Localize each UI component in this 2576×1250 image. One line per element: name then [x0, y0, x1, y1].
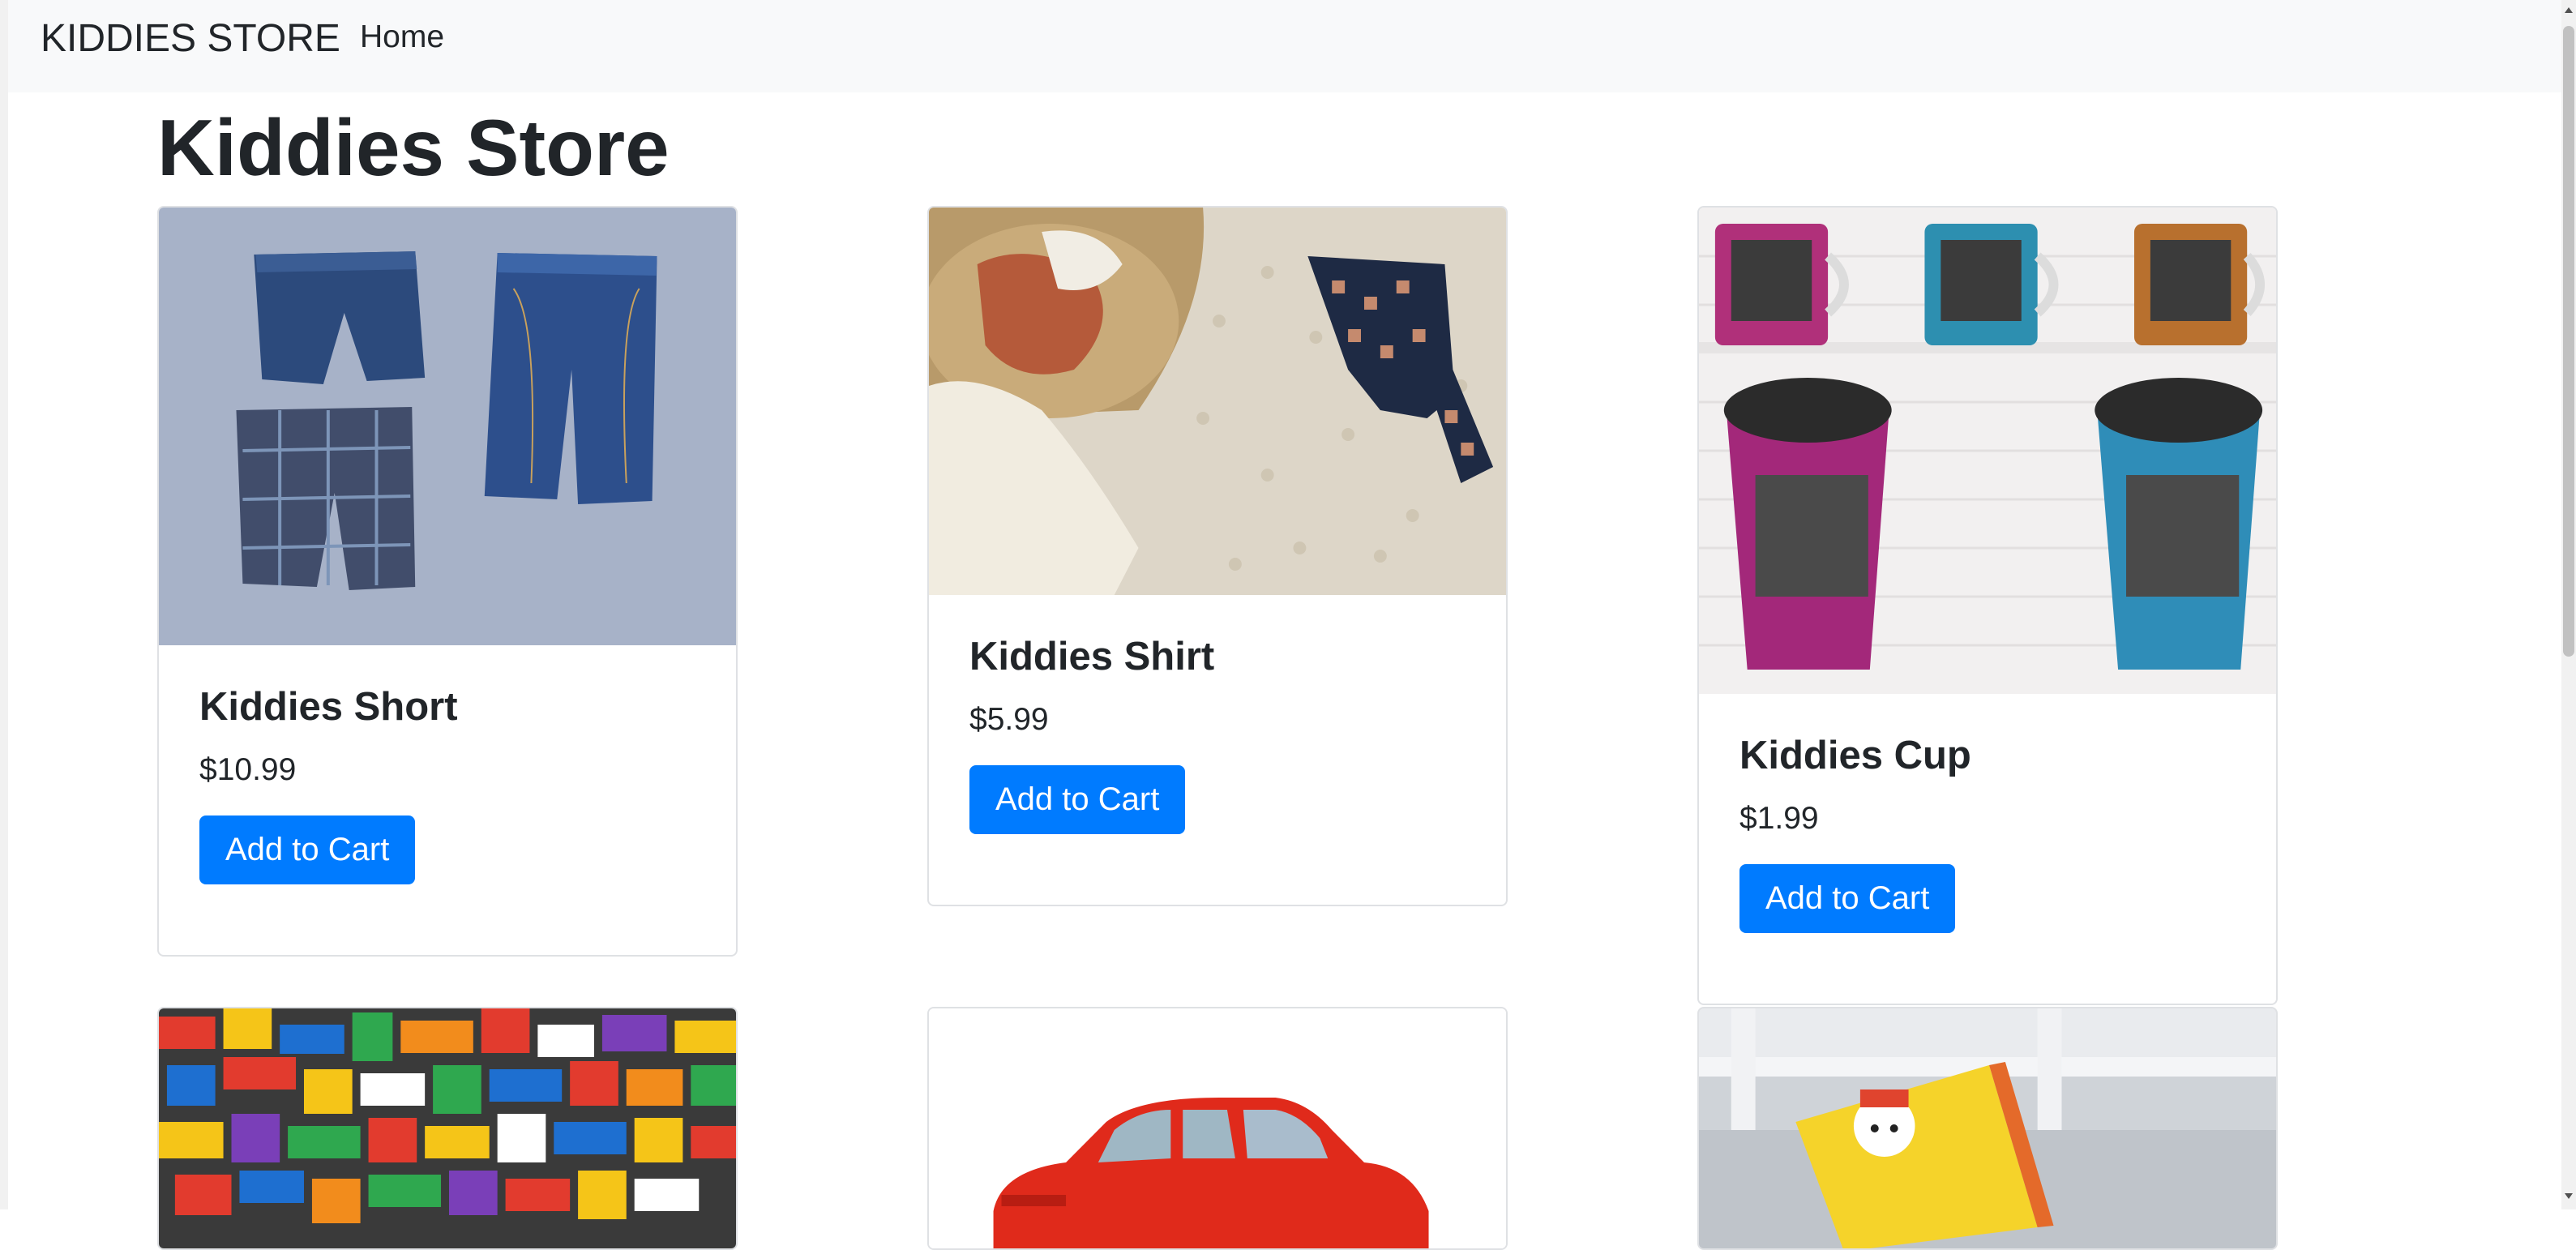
- nav-link-home[interactable]: Home: [360, 19, 444, 55]
- product-card: [927, 1007, 1508, 1250]
- product-card: [1697, 1007, 2278, 1250]
- red-toy-car-photo: [929, 1008, 1506, 1248]
- mugs-and-travel-cups-photo: [1699, 208, 2276, 694]
- page-left-edge: [0, 0, 8, 1209]
- vertical-scrollbar[interactable]: [2561, 0, 2576, 1209]
- add-to-cart-button[interactable]: Add to Cart: [969, 765, 1186, 834]
- product-card: Kiddies Shirt $5.99 Add to Cart: [927, 206, 1508, 906]
- navbar: KIDDIES STORE Home: [8, 0, 2561, 92]
- folded-clothes-photo: [929, 208, 1506, 595]
- window-sill-book-photo: [1699, 1008, 2276, 1248]
- product-card: [157, 1007, 738, 1250]
- product-name: Kiddies Cup: [1739, 734, 1971, 777]
- add-to-cart-button[interactable]: Add to Cart: [1739, 864, 1956, 933]
- product-name: Kiddies Short: [199, 685, 458, 729]
- card-body: Kiddies Shirt $5.99 Add to Cart: [929, 595, 1506, 834]
- card-body: Kiddies Cup $1.99 Add to Cart: [1699, 694, 2276, 933]
- denim-shorts-photo: [159, 208, 736, 645]
- scrollbar-thumb[interactable]: [2563, 26, 2574, 657]
- product-price: $5.99: [969, 702, 1049, 737]
- page-title: Kiddies Store: [157, 103, 670, 192]
- product-image: [159, 1008, 736, 1248]
- scroll-down-arrow-icon[interactable]: [2562, 1188, 2575, 1205]
- card-body: Kiddies Short $10.99 Add to Cart: [159, 645, 736, 884]
- product-card: Kiddies Cup $1.99 Add to Cart: [1697, 206, 2278, 1005]
- product-image: [929, 208, 1506, 595]
- lego-bricks-photo: [159, 1008, 736, 1248]
- product-price: $10.99: [199, 752, 297, 787]
- product-image: [929, 1008, 1506, 1248]
- product-image: [159, 208, 736, 645]
- navbar-brand[interactable]: KIDDIES STORE: [41, 16, 340, 61]
- product-image: [1699, 1008, 2276, 1248]
- scroll-up-arrow-icon[interactable]: [2562, 2, 2575, 18]
- product-name: Kiddies Shirt: [969, 635, 1215, 679]
- product-image: [1699, 208, 2276, 694]
- add-to-cart-button[interactable]: Add to Cart: [199, 815, 416, 884]
- product-card: Kiddies Short $10.99 Add to Cart: [157, 206, 738, 957]
- product-price: $1.99: [1739, 801, 1819, 836]
